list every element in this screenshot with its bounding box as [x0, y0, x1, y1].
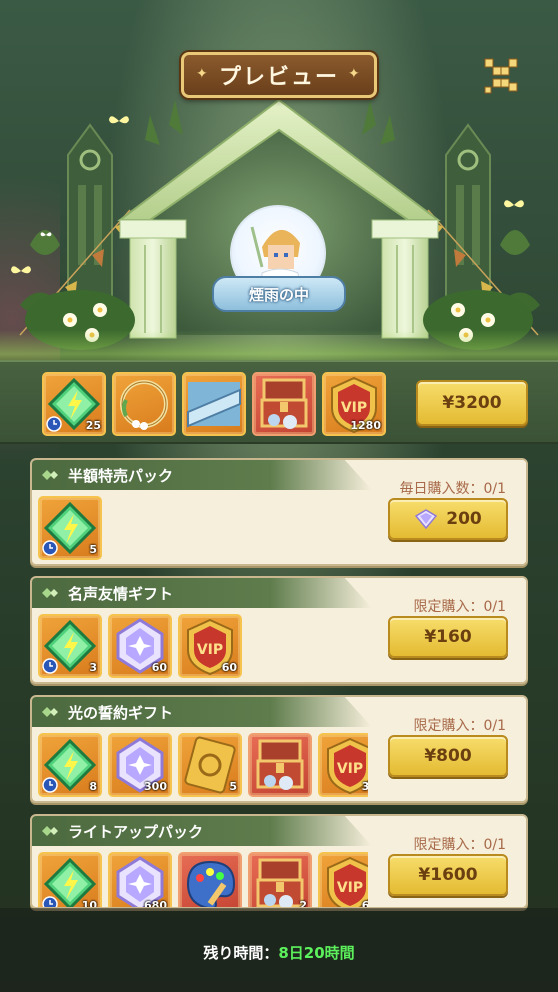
purchase-limit: 限定購入：0/1: [413, 837, 506, 853]
reward-item[interactable]: 10: [38, 852, 102, 907]
pack-name: 名声友情ギフト: [68, 584, 174, 603]
reward-item[interactable]: 3: [38, 614, 102, 678]
sparkle-icon: ✦: [196, 66, 210, 82]
diamond-icon: [414, 509, 438, 529]
buy-pack-button[interactable]: ¥160: [388, 616, 508, 658]
pack-name: ライトアップパック: [68, 822, 204, 841]
reward-item[interactable]: 5: [38, 496, 102, 560]
buy-pack-button[interactable]: ¥800: [388, 735, 508, 777]
pack-panel: 名声友情ギフト 3 60 VIP 60 限定購入：0/1 ¥160: [30, 576, 528, 684]
reward-item[interactable]: 5: [178, 733, 242, 797]
purchase-limit: 限定購入：0/1: [413, 599, 506, 615]
reward-item[interactable]: 25: [42, 372, 106, 436]
reward-item[interactable]: 680: [108, 852, 172, 907]
reward-item[interactable]: [248, 733, 312, 797]
svg-text:VIP: VIP: [337, 761, 363, 777]
item-count: 5: [89, 543, 97, 556]
sparkle-icon: ✦: [348, 66, 362, 82]
buy-pack-button[interactable]: 200: [388, 498, 508, 540]
item-count: 60: [221, 661, 237, 674]
reward-item[interactable]: [252, 372, 316, 436]
vip-badge-icon: VIP: [320, 854, 368, 907]
reward-item[interactable]: VIP30: [318, 733, 368, 797]
svg-text:VIP: VIP: [197, 642, 223, 658]
pack-name: 半額特売パック: [68, 466, 174, 485]
remaining-time: 残り時間：8日20時間: [0, 942, 558, 963]
bundle-rewards-strip: 25 VIP 1280 ¥3200: [0, 360, 558, 444]
reward-item[interactable]: VIP 1280: [322, 372, 386, 436]
pack-panel: ライトアップパック 10680 2VIP68 限定購入：0/1 ¥1600: [30, 814, 528, 909]
pack-item-list: 3 60 VIP 60: [38, 614, 368, 682]
reward-item[interactable]: 8: [38, 733, 102, 797]
pack-item-list: 5: [38, 496, 368, 564]
diamond-bullet-icon: [42, 588, 58, 598]
butterfly-icon: [109, 116, 129, 124]
pack-header: 半額特売パック: [32, 460, 372, 490]
pack-panel: 半額特売パック 5 毎日購入数：0/1 200: [30, 458, 528, 566]
item-count: 25: [85, 419, 101, 432]
vip-badge-icon: VIP: [320, 735, 368, 795]
item-count: 5: [229, 780, 237, 793]
buy-pack-button[interactable]: ¥1600: [388, 854, 508, 896]
diamond-bullet-icon: [42, 826, 58, 836]
diamond-bullet-icon: [42, 707, 58, 717]
pack-item-list: 8 300 5 VIP30: [38, 733, 368, 801]
item-count: 1280: [350, 419, 381, 432]
butterfly-icon: [504, 200, 524, 208]
svg-text:VIP: VIP: [337, 880, 363, 896]
timer-clock-icon: [42, 540, 58, 556]
pack-header: 光の誓約ギフト: [32, 697, 372, 727]
pack-item-list: 10680 2VIP68: [38, 852, 368, 907]
item-count: 3: [89, 661, 97, 674]
character-name: 煙雨の中: [248, 285, 309, 304]
purchase-limit: 毎日購入数：0/1: [399, 481, 506, 497]
pack-panel: 光の誓約ギフト 8 300 5 VIP30 限定購入：0/1 ¥800: [30, 695, 528, 803]
reward-item[interactable]: 2: [248, 852, 312, 907]
reward-item[interactable]: VIP 60: [178, 614, 242, 678]
item-count: 8: [89, 780, 97, 793]
item-count: 60: [151, 661, 167, 674]
reward-item[interactable]: [112, 372, 176, 436]
paint-palette-icon: [180, 854, 240, 907]
pack-name: 光の誓約ギフト: [68, 703, 174, 722]
timer-clock-icon: [42, 777, 58, 793]
page-title: プレビュー: [218, 65, 339, 90]
price-label: ¥800: [424, 746, 472, 766]
character-name-plate: 煙雨の中: [212, 276, 346, 312]
timer-clock-icon: [46, 416, 62, 432]
reward-item[interactable]: 60: [108, 614, 172, 678]
timer-clock-icon: [42, 658, 58, 674]
close-button[interactable]: [476, 50, 526, 100]
buy-bundle-button[interactable]: ¥3200: [416, 380, 528, 426]
laurel-frame-icon: [114, 374, 174, 434]
reward-item[interactable]: VIP68: [318, 852, 368, 907]
timer-value: 8日20時間: [278, 944, 355, 962]
reward-item[interactable]: [182, 372, 246, 436]
timer-label: 残り時間：: [203, 944, 279, 962]
svg-text:VIP: VIP: [341, 400, 367, 416]
price-label: ¥3200: [442, 393, 502, 413]
purchase-limit: 限定購入：0/1: [413, 718, 506, 734]
pack-header: 名声友情ギフト: [32, 578, 372, 608]
diamond-bullet-icon: [42, 470, 58, 480]
butterfly-icon: [40, 232, 52, 237]
title-banner: ✦ プレビュー ✦: [181, 52, 377, 98]
pack-header: ライトアップパック: [32, 816, 372, 846]
price-label: ¥1600: [418, 865, 478, 885]
butterfly-icon: [11, 266, 31, 274]
treasure-chest-icon: [254, 374, 314, 434]
reward-item[interactable]: [178, 852, 242, 907]
close-icon: [484, 58, 518, 94]
price-label: 200: [446, 509, 482, 529]
reward-item[interactable]: 300: [108, 733, 172, 797]
price-label: ¥160: [424, 627, 472, 647]
name-plate-icon: [184, 374, 244, 434]
treasure-chest-icon: [250, 735, 310, 795]
item-count: 300: [144, 780, 167, 793]
